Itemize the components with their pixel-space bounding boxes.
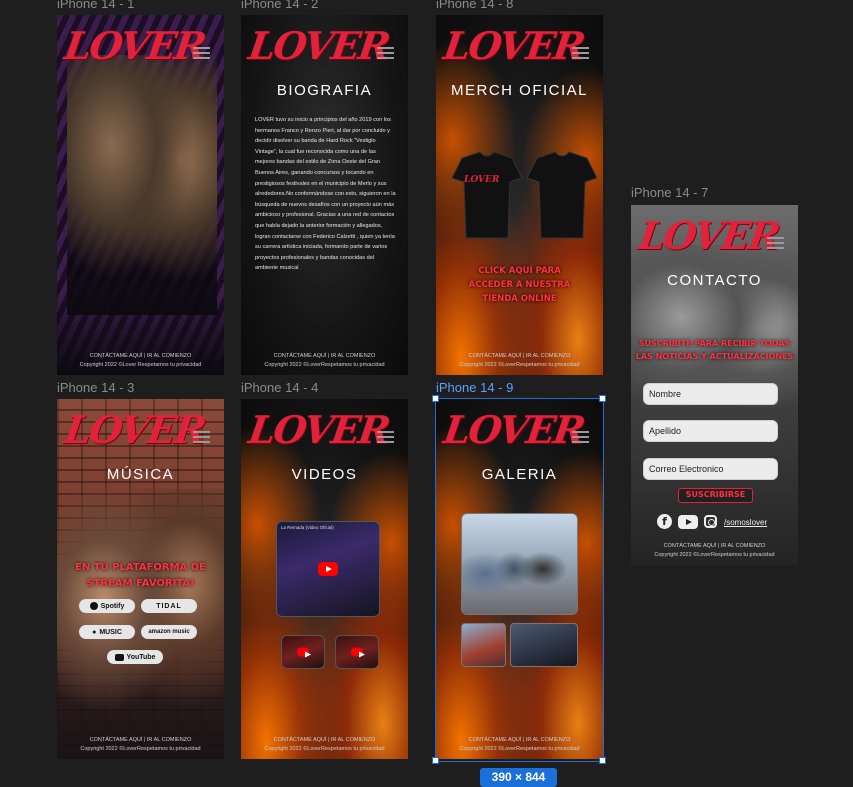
hamburger-icon[interactable]: [193, 431, 210, 443]
facebook-icon[interactable]: f: [657, 514, 672, 529]
footer: CONTÁCTAME AQUÍ | IR AL COMIENZO Copyrig…: [57, 736, 224, 753]
selection-box[interactable]: [435, 398, 604, 762]
hamburger-icon[interactable]: [377, 431, 394, 443]
footer-links[interactable]: CONTÁCTAME AQUÍ | IR AL COMIENZO: [436, 352, 603, 361]
cta-line: SUSCRIBITE PARA RECIBIR TODAS: [638, 339, 791, 348]
cta-line: STREAM FAVORITA!: [86, 578, 195, 589]
logo[interactable]: LOVER: [62, 407, 208, 452]
frame-label-4[interactable]: iPhone 14 - 4: [241, 380, 318, 395]
footer: CONTÁCTAME AQUÍ | IR AL COMIENZO Copyrig…: [436, 352, 603, 369]
merch-shirts[interactable]: [442, 150, 597, 240]
frame-biografia[interactable]: LOVER BIOGRAFIA LOVER tuvo su inicio a p…: [241, 15, 408, 375]
main-video[interactable]: La Remada (Video Oficial): [276, 521, 380, 617]
amazon-music-button[interactable]: amazon music: [141, 625, 197, 639]
play-icon[interactable]: [351, 647, 365, 658]
hamburger-icon[interactable]: [572, 47, 589, 59]
page-title: MERCH OFICIAL: [450, 82, 588, 99]
play-icon[interactable]: [318, 562, 338, 576]
cta-line: ACCEDER A NUESTRA: [468, 280, 571, 290]
footer: CONTÁCTAME AQUÍ | IR AL COMIENZO Copyrig…: [57, 352, 224, 369]
frame-label-8[interactable]: iPhone 14 - 8: [436, 0, 513, 11]
footer: CONTÁCTAME AQUÍ | IR AL COMIENZO Copyrig…: [241, 736, 408, 753]
bio-text: LOVER tuvo su inicio a principios del añ…: [255, 117, 396, 272]
subscribe-button[interactable]: SUSCRIBIRSE: [678, 488, 753, 503]
band-photo: [67, 55, 217, 315]
hamburger-icon[interactable]: [193, 47, 210, 59]
youtube-icon[interactable]: [678, 515, 698, 529]
frame-musica[interactable]: LOVER MÚSICA EN TU PLATAFORMA DE STREAM …: [57, 399, 224, 759]
footer-copyright: Copyright 2022 ©LoverRespetamos tu priva…: [654, 551, 775, 558]
play-icon[interactable]: [297, 647, 311, 658]
frame-label-7[interactable]: iPhone 14 - 7: [631, 185, 708, 200]
youtube-button[interactable]: YouTube: [107, 650, 163, 664]
frame-label-3[interactable]: iPhone 14 - 3: [57, 380, 134, 395]
footer-copyright: Copyright 2022 ©LoverRespetamos tu priva…: [264, 361, 385, 368]
tidal-label: TIDAL: [156, 602, 182, 610]
page-title: MÚSICA: [106, 466, 175, 483]
footer-links[interactable]: CONTÁCTAME AQUÍ | IR AL COMIENZO: [57, 352, 224, 361]
video-caption: La Remada (Video Oficial): [281, 525, 334, 530]
cta-line: LAS NOTICIAS Y ACTUALIZACIONES: [635, 352, 794, 361]
logo[interactable]: LOVER: [246, 407, 392, 452]
cta-line: CLICK AQUÍ PARA: [478, 266, 561, 276]
footer-copyright: Copyright 2022 ©LoverRespetamos tu priva…: [264, 745, 385, 752]
page-title: BIOGRAFIA: [276, 82, 373, 99]
shirt-front[interactable]: [451, 151, 523, 239]
cta-line: EN TU PLATAFORMA DE: [75, 562, 206, 573]
spotify-label: Spotify: [100, 602, 125, 610]
shirt-back[interactable]: [526, 151, 597, 239]
frame-label-1[interactable]: iPhone 14 - 1: [57, 0, 134, 11]
footer-copyright: Copyright 2022 ©LoverRespetamos tu priva…: [80, 745, 201, 752]
logo[interactable]: LOVER: [441, 23, 587, 68]
footer-copyright: Copyright 2022 ©LoverRespetamos tu priva…: [459, 361, 580, 368]
frame-label-9[interactable]: iPhone 14 - 9: [436, 380, 513, 395]
amazon-music-label: amazon music: [148, 629, 190, 635]
frame-label-2[interactable]: iPhone 14 - 2: [241, 0, 318, 11]
youtube-icon: [114, 653, 124, 661]
apple-icon: ●: [92, 628, 97, 636]
shirt-logo: LOVER: [464, 175, 500, 185]
subscribe-cta: SUSCRIBITE PARA RECIBIR TODAS LAS NOTICI…: [631, 337, 798, 363]
youtube-label: YouTube: [126, 653, 156, 661]
footer: CONTÁCTAME AQUÍ | IR AL COMIENZO Copyrig…: [631, 542, 798, 559]
resize-handle-tl[interactable]: [432, 395, 439, 402]
footer-links[interactable]: CONTÁCTAME AQUÍ | IR AL COMIENZO: [241, 352, 408, 361]
dimension-badge: 390 × 844: [480, 768, 557, 787]
frame-contacto[interactable]: LOVER CONTACTO SUSCRIBITE PARA RECIBIR T…: [631, 205, 798, 565]
footer-links[interactable]: CONTÁCTAME AQUÍ | IR AL COMIENZO: [631, 542, 798, 551]
merch-cta[interactable]: CLICK AQUÍ PARA ACCEDER A NUESTRA TIENDA…: [436, 264, 603, 306]
hamburger-icon[interactable]: [767, 237, 784, 249]
page-title: CONTACTO: [667, 272, 762, 289]
email-field[interactable]: Correo Electronico: [643, 458, 778, 480]
footer: CONTÁCTAME AQUÍ | IR AL COMIENZO Copyrig…: [241, 352, 408, 369]
instagram-icon[interactable]: [704, 515, 717, 528]
video-thumb-2[interactable]: [335, 635, 379, 669]
logo[interactable]: LOVER: [62, 23, 208, 68]
page-title: VIDEOS: [291, 466, 358, 483]
nombre-field[interactable]: Nombre: [643, 383, 778, 405]
frame-home[interactable]: LOVER CONTÁCTAME AQUÍ | IR AL COMIENZO C…: [57, 15, 224, 375]
social-handle[interactable]: /somoslover: [724, 518, 767, 527]
resize-handle-tr[interactable]: [599, 395, 606, 402]
video-thumb-1[interactable]: [281, 635, 325, 669]
apple-music-button[interactable]: ● MUSIC: [79, 625, 135, 639]
resize-handle-bl[interactable]: [432, 757, 439, 764]
footer-copyright: Copyright 2022 ©Lover Respetamos tu priv…: [79, 361, 202, 368]
band-photo: [57, 489, 224, 759]
tidal-button[interactable]: TIDAL: [141, 599, 197, 613]
footer-links[interactable]: CONTÁCTAME AQUÍ | IR AL COMIENZO: [241, 736, 408, 745]
resize-handle-br[interactable]: [599, 757, 606, 764]
spotify-icon: [89, 602, 98, 610]
stream-cta: EN TU PLATAFORMA DE STREAM FAVORITA!: [57, 560, 224, 592]
cta-line: TIENDA ONLINE: [482, 294, 557, 304]
footer-links[interactable]: CONTÁCTAME AQUÍ | IR AL COMIENZO: [57, 736, 224, 745]
frame-merch[interactable]: LOVER MERCH OFICIAL LOVER CLICK AQUÍ PAR…: [436, 15, 603, 375]
hamburger-icon[interactable]: [377, 47, 394, 59]
apple-music-label: MUSIC: [99, 628, 122, 636]
apellido-field[interactable]: Apellido: [643, 420, 778, 442]
spotify-button[interactable]: Spotify: [79, 599, 135, 613]
logo[interactable]: LOVER: [636, 213, 782, 258]
logo[interactable]: LOVER: [246, 23, 392, 68]
frame-videos[interactable]: LOVER VIDEOS La Remada (Video Oficial) C…: [241, 399, 408, 759]
